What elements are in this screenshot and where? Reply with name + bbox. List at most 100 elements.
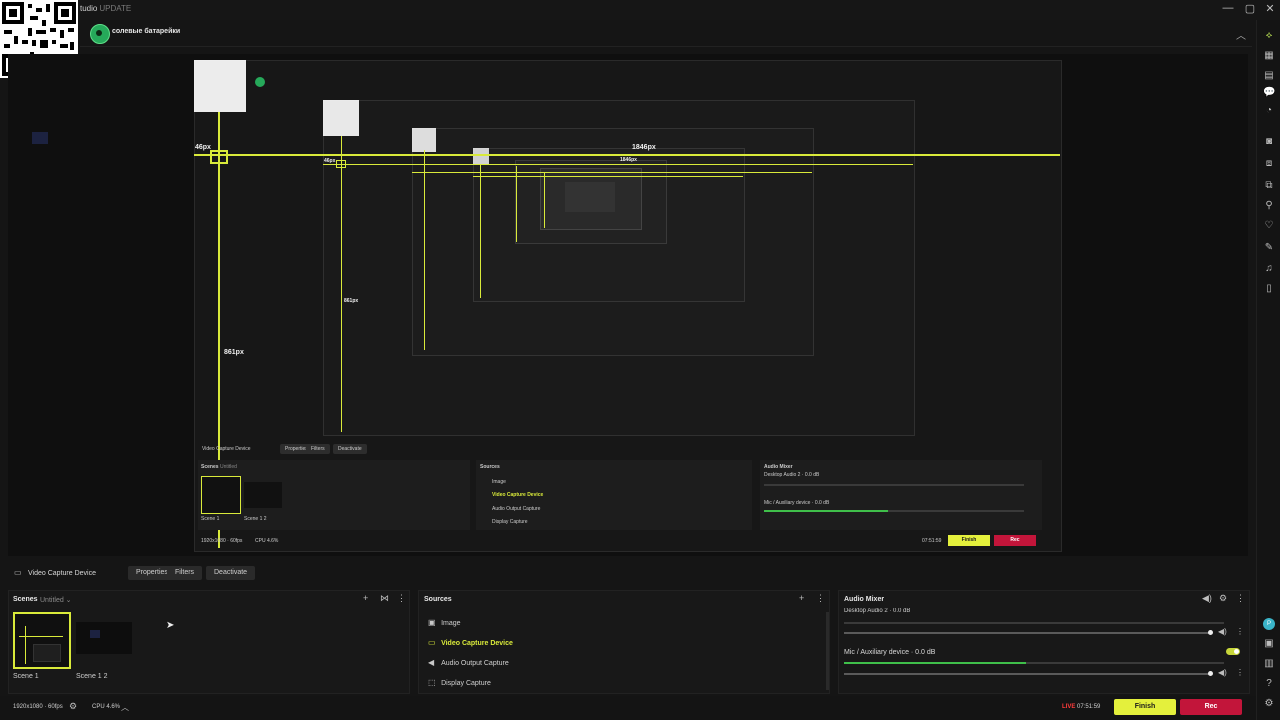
add-source-icon[interactable]: + (799, 593, 804, 603)
nested-guide-vertical-3 (424, 150, 425, 350)
live-indicator: LIVE 07:51:59 (1062, 704, 1101, 710)
mixer-desktop-volume-knob[interactable] (1208, 630, 1213, 635)
nested-qr-code-3 (412, 128, 436, 152)
grid-icon[interactable]: ▤ (1263, 70, 1275, 82)
minimize-button[interactable]: — (1220, 2, 1236, 14)
nested-scene-thumb-1 (201, 476, 241, 514)
add-scene-icon[interactable]: + (363, 593, 368, 603)
nested-guide-vertical (341, 136, 342, 432)
channel-logo-icon[interactable] (90, 24, 110, 44)
mixer-mic-meter-track (1026, 662, 1224, 664)
brush-icon[interactable]: ✎ (1263, 242, 1275, 254)
desktop-speaker-icon[interactable]: ◀) (1218, 627, 1227, 636)
mic-toggle[interactable] (1226, 648, 1240, 655)
channel-name: солевые батарейки (112, 28, 181, 35)
chevron-up-icon[interactable]: ︿ (1236, 27, 1246, 42)
nested-guide-handle (336, 160, 346, 168)
nested-qr-code-2 (323, 100, 359, 136)
guide-handle[interactable] (210, 150, 228, 164)
nested-sources-title: Sources (480, 464, 500, 470)
sources-more-icon[interactable]: ⋮ (816, 593, 825, 604)
rec-button[interactable]: Rec (1180, 699, 1242, 715)
mixer-mic-meter (844, 662, 1026, 664)
scenes-more-icon[interactable]: ⋮ (397, 593, 406, 604)
mixer-mic-volume-knob[interactable] (1208, 671, 1213, 676)
speaker-icon[interactable]: ◀) (1202, 593, 1212, 604)
scene-label-2[interactable]: Scene 1 2 (76, 673, 108, 680)
settings-gear-icon[interactable]: ⚙ (69, 701, 77, 712)
nested-measure-861: 861px (344, 298, 359, 304)
display-capture-icon: ⬚ (428, 678, 436, 687)
nested-mixer-title: Audio Mixer (764, 464, 793, 470)
nested-mixer-desktop: Desktop Audio 2 · 0.0 dB (764, 472, 820, 478)
link-icon[interactable]: ⚲ (1263, 200, 1275, 212)
maximize-button[interactable]: ▢ (1242, 2, 1258, 15)
mixer-channel-mic-label: Mic / Auxiliary device · 0.0 dB (844, 649, 936, 656)
source-item-audio-output[interactable]: ◀ Audio Output Capture (428, 656, 509, 668)
source-item-video-capture[interactable]: ▭ Video Capture Device (428, 636, 513, 648)
nested-deactivate: Deactivate (333, 444, 367, 454)
nested-cpu: CPU 4.6% (255, 538, 279, 544)
scene-collection-dropdown[interactable]: Untitled ⌄ (40, 596, 72, 604)
nested-mixer-meter-1 (764, 484, 1024, 486)
chat-icon[interactable]: 💬 (1263, 87, 1275, 99)
nested-scene-thumb-2 (244, 482, 282, 508)
source-item-display-capture[interactable]: ⬚ Display Capture (428, 676, 491, 688)
nested-measure-46: 46px (324, 158, 336, 164)
music-icon[interactable]: ♫ (1263, 263, 1275, 275)
sources-scrollbar[interactable] (826, 612, 829, 690)
layout-icon[interactable]: ▦ (1263, 50, 1275, 62)
gear-icon[interactable]: ⚙ (1263, 698, 1275, 710)
measure-guide-horizontal (194, 154, 1060, 156)
mixer-channel-desktop-label: Desktop Audio 2 · 0.0 dB (844, 608, 911, 614)
cpu-usage-text: CPU 4.6% (92, 704, 121, 710)
nested-src-video: Video Capture Device (492, 492, 544, 498)
bell-icon[interactable]: ◔ (1263, 105, 1275, 117)
nested-mixer-mic: Mic / Auxiliary device · 0.0 dB (764, 500, 830, 506)
speaker-icon: ◀ (428, 658, 435, 667)
mixer-mic-volume-slider[interactable] (844, 673, 1210, 675)
help-icon[interactable]: ? (1263, 678, 1275, 690)
source-item-image[interactable]: ▣ Image (428, 616, 461, 628)
update-link[interactable]: UPDATE (99, 4, 131, 13)
record-icon[interactable]: ⧈ (1263, 158, 1275, 170)
nested-qr-code-4 (473, 148, 489, 164)
nested-qr-code (194, 60, 246, 112)
finish-button[interactable]: Finish (1114, 699, 1176, 715)
measure-label-861: 861px (224, 349, 244, 356)
camera-icon[interactable]: ◙ (1263, 136, 1275, 148)
scenes-icon[interactable]: ⧉ (1263, 180, 1275, 192)
mixer-settings-icon[interactable]: ⚙ (1219, 593, 1227, 604)
pro-badge-icon[interactable]: P (1263, 618, 1275, 630)
nested-guide-horizontal-3 (412, 172, 812, 173)
mixer-more-icon[interactable]: ⋮ (1236, 593, 1245, 604)
nested-guide-horizontal-4 (473, 176, 743, 177)
audio-mixer-title: Audio Mixer (844, 596, 885, 603)
app-name: tudio UPDATE (80, 4, 132, 13)
scene-thumbnail-1[interactable] (13, 612, 71, 669)
scene-label-1[interactable]: Scene 1 (13, 673, 39, 680)
deactivate-button[interactable]: Deactivate (206, 566, 256, 580)
scene-thumbnail-2[interactable] (76, 622, 132, 654)
mixer-desktop-volume-slider[interactable] (844, 632, 1210, 634)
nested-src-display: Display Capture (492, 519, 528, 525)
dock-icon[interactable]: ▥ (1263, 658, 1275, 670)
chevron-up-icon[interactable]: ︿ (121, 702, 129, 713)
mic-speaker-icon[interactable]: ◀) (1218, 668, 1227, 677)
transition-icon[interactable]: ⋈ (380, 593, 389, 604)
close-button[interactable]: ✕ (1262, 2, 1278, 15)
trash-icon[interactable]: ▯ (1263, 283, 1275, 295)
nested-source-name: Video Capture Device (202, 446, 251, 452)
nested-guide-horizontal (323, 164, 913, 165)
filters-button[interactable]: Filters (167, 566, 203, 580)
heart-icon[interactable]: ♡ (1263, 220, 1275, 232)
measure-label-1846: 1846px (632, 144, 656, 151)
scenes-title: Scenes (13, 596, 38, 603)
selected-source-name: Video Capture Device (28, 570, 96, 577)
top-bar (80, 20, 1252, 47)
studio-mode-icon[interactable]: ⟡ (1263, 30, 1275, 42)
multistream-icon[interactable]: ▣ (1263, 638, 1275, 650)
video-capture-icon: ▭ (428, 638, 436, 647)
desktop-more-icon[interactable]: ⋮ (1236, 627, 1244, 636)
mic-more-icon[interactable]: ⋮ (1236, 668, 1244, 677)
